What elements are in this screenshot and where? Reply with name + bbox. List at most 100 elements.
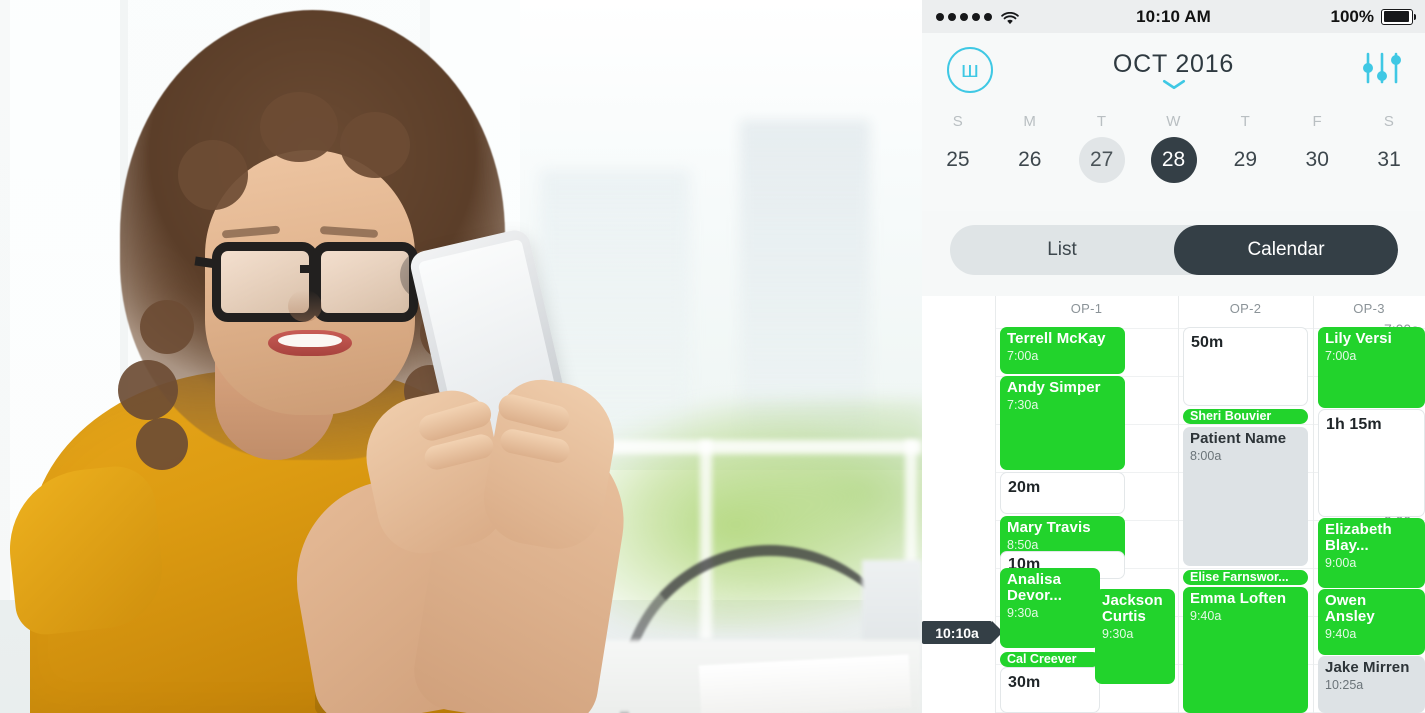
chevron-down-icon[interactable] bbox=[922, 79, 1425, 90]
appointment-name: Andy Simper bbox=[1007, 379, 1101, 396]
tab-calendar[interactable]: Calendar bbox=[1174, 225, 1398, 275]
battery-full-icon bbox=[1381, 8, 1416, 25]
date-number[interactable]: 31 bbox=[1366, 137, 1412, 183]
appointment-name: Analisa Devor... bbox=[1007, 571, 1062, 605]
appointment-name: Terrell McKay bbox=[1007, 330, 1106, 347]
column-header-op2: OP-2 bbox=[1229, 301, 1262, 316]
appointment-block[interactable]: Andy Simper 7:30a bbox=[1000, 376, 1125, 470]
weekday-label: T bbox=[1240, 113, 1251, 130]
date-number[interactable]: 30 bbox=[1294, 137, 1340, 183]
appointment-name: Jackson Curtis bbox=[1102, 592, 1163, 626]
appointment-block[interactable]: Emma Loften 9:40a bbox=[1183, 587, 1308, 713]
open-slot-duration: 30m bbox=[1008, 674, 1041, 691]
weekday-cell-6: S bbox=[1353, 101, 1425, 130]
appointment-time: 9:40a bbox=[1325, 627, 1357, 642]
weekday-label: W bbox=[1166, 113, 1181, 130]
hair-curl bbox=[140, 300, 194, 354]
date-cell-26[interactable]: 26 bbox=[994, 130, 1066, 190]
weekday-label: T bbox=[1096, 113, 1107, 130]
date-cell-28-selected[interactable]: 28 bbox=[1138, 130, 1210, 190]
eyeglasses-right-lens bbox=[312, 242, 418, 322]
weekday-cell-5: F bbox=[1281, 101, 1353, 130]
date-cell-30[interactable]: 30 bbox=[1281, 130, 1353, 190]
appointment-block[interactable]: Jackson Curtis 9:30a bbox=[1095, 589, 1175, 684]
month-title[interactable]: OCT 2016 bbox=[922, 50, 1425, 79]
sliders-filter-icon[interactable] bbox=[1361, 51, 1403, 85]
date-cell-25[interactable]: 25 bbox=[922, 130, 994, 190]
column-divider bbox=[995, 296, 996, 713]
appointment-block[interactable]: Patient Name 8:00a bbox=[1183, 427, 1308, 566]
open-slot-duration: 20m bbox=[1008, 479, 1041, 496]
weekday-cell-0: S bbox=[922, 101, 994, 130]
date-number[interactable]: 25 bbox=[935, 137, 981, 183]
status-bar-right: 100% bbox=[1330, 6, 1416, 27]
hair-curl bbox=[136, 418, 188, 470]
weekday-label: M bbox=[1023, 113, 1037, 130]
open-slot-block[interactable]: 30m bbox=[1000, 667, 1100, 713]
weekday-label: S bbox=[952, 113, 964, 130]
battery-percent-label: 100% bbox=[1330, 6, 1374, 26]
view-mode-segmented-control: List Calendar bbox=[950, 225, 1398, 275]
open-slot-block[interactable]: 20m bbox=[1000, 472, 1125, 514]
appointment-name: Emma Loften bbox=[1190, 590, 1287, 607]
person-nose bbox=[288, 290, 322, 322]
appointment-pill[interactable]: Sheri Bouvier bbox=[1183, 409, 1308, 424]
week-dow-row: S M T W T F S bbox=[922, 101, 1425, 130]
date-cell-31[interactable]: 31 bbox=[1353, 130, 1425, 190]
calendar-grid[interactable]: OP-1 OP-2 OP-3 7:00a 7:30a 8:00a 8:30a 9… bbox=[922, 296, 1425, 713]
hair-curl bbox=[178, 140, 248, 210]
weekday-label: S bbox=[1383, 113, 1395, 130]
weekday-cell-1: M bbox=[994, 101, 1066, 130]
week-date-row: 25 26 27 28 29 30 31 bbox=[922, 130, 1425, 190]
current-time-marker: 10:10a bbox=[922, 621, 1003, 644]
hair-curl bbox=[340, 112, 410, 178]
column-divider bbox=[1178, 296, 1179, 713]
date-cell-29[interactable]: 29 bbox=[1209, 130, 1281, 190]
tab-list[interactable]: List bbox=[950, 225, 1174, 275]
date-cell-27[interactable]: 27 bbox=[1066, 130, 1138, 190]
weekday-cell-3: W bbox=[1138, 101, 1210, 130]
mobile-app-screen: 10:10 AM 100% ш OCT 2016 S M T W T F S 2… bbox=[922, 0, 1425, 713]
appointment-time: 7:00a bbox=[1007, 349, 1039, 364]
hair-curl bbox=[260, 92, 338, 162]
person-figure bbox=[0, 0, 922, 713]
open-slot-block[interactable]: 1h 15m bbox=[1318, 409, 1425, 517]
app-nav-bar: ш OCT 2016 bbox=[922, 33, 1425, 101]
appointment-time: 8:00a bbox=[1190, 449, 1222, 464]
person-teeth bbox=[278, 334, 342, 347]
appointment-block[interactable]: Lily Versi 7:00a bbox=[1318, 327, 1425, 408]
date-number-previous[interactable]: 27 bbox=[1078, 137, 1125, 183]
appointment-name: Lily Versi bbox=[1325, 330, 1392, 347]
appointment-time: 9:40a bbox=[1190, 609, 1222, 624]
week-date-strip: S M T W T F S 25 26 27 28 29 30 31 bbox=[922, 101, 1425, 211]
appointment-name: Mary Travis bbox=[1007, 519, 1091, 536]
appointment-name: Elizabeth Blay... bbox=[1325, 521, 1392, 555]
appointment-time: 9:30a bbox=[1007, 606, 1039, 621]
column-header-op1: OP-1 bbox=[1070, 301, 1103, 316]
appointment-block[interactable]: Elizabeth Blay... 9:00a bbox=[1318, 518, 1425, 588]
appointment-time: 9:30a bbox=[1102, 627, 1134, 642]
open-slot-duration: 1h 15m bbox=[1326, 416, 1382, 433]
weekday-label: F bbox=[1312, 113, 1323, 130]
person-sleeve bbox=[2, 462, 168, 638]
screenshot-root: 10:10 AM 100% ш OCT 2016 S M T W T F S 2… bbox=[0, 0, 1425, 713]
date-number[interactable]: 29 bbox=[1222, 137, 1268, 183]
marketing-photo bbox=[0, 0, 922, 713]
open-slot-block[interactable]: 50m bbox=[1183, 327, 1308, 406]
date-number-selected[interactable]: 28 bbox=[1150, 137, 1197, 183]
appointment-time: 10:25a bbox=[1325, 678, 1364, 693]
appointment-block[interactable]: Terrell McKay 7:00a bbox=[1000, 327, 1125, 374]
appointment-name: Jake Mirren bbox=[1325, 659, 1410, 676]
open-slot-duration: 50m bbox=[1191, 334, 1224, 351]
appointment-block[interactable]: Jake Mirren 10:25a bbox=[1318, 656, 1425, 713]
column-divider bbox=[1313, 296, 1314, 713]
hair-curl bbox=[118, 360, 178, 420]
appointment-block[interactable]: Owen Ansley 9:40a bbox=[1318, 589, 1425, 655]
appointment-block[interactable]: Analisa Devor... 9:30a bbox=[1000, 568, 1100, 648]
appointment-time: 7:00a bbox=[1325, 349, 1357, 364]
appointment-name: Owen Ansley bbox=[1325, 592, 1375, 626]
appointment-pill[interactable]: Elise Farnswor... bbox=[1183, 570, 1308, 585]
appointment-pill[interactable]: Cal Creever bbox=[1000, 652, 1100, 667]
eyeglasses-bridge bbox=[300, 265, 314, 273]
date-number[interactable]: 26 bbox=[1007, 137, 1053, 183]
